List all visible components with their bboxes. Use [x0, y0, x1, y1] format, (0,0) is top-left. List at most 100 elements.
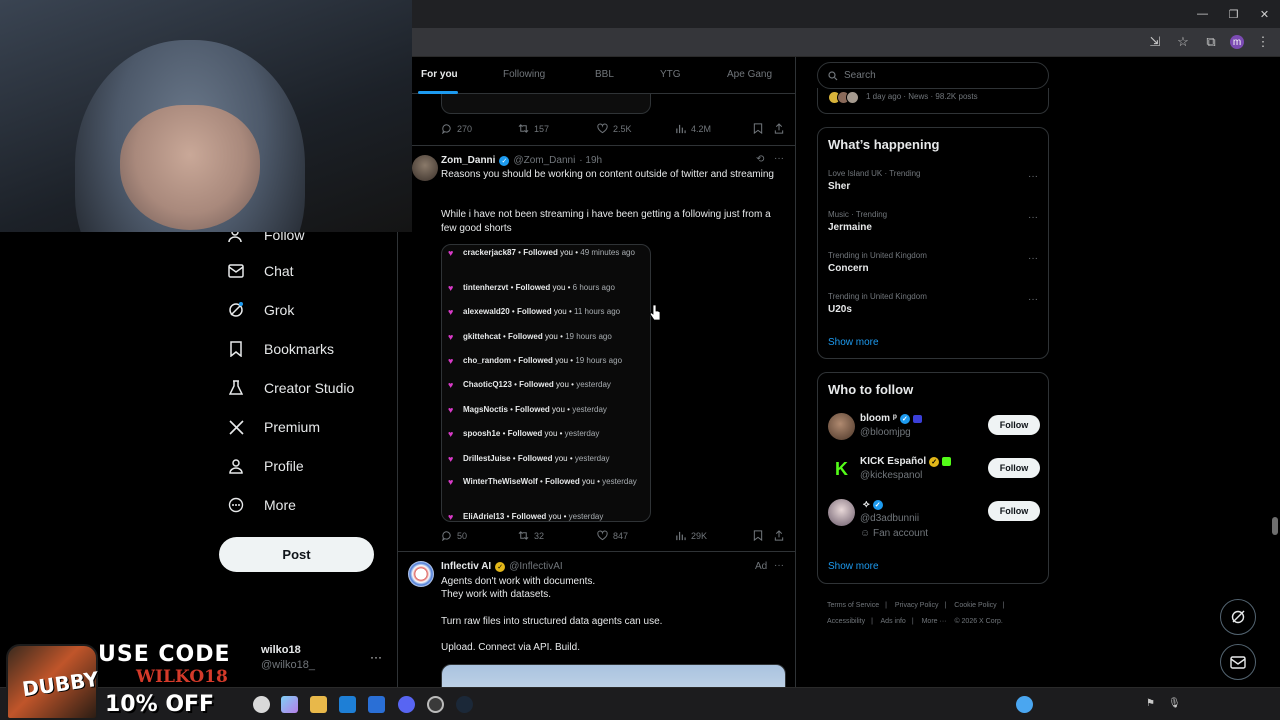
search-input[interactable]: Search [817, 62, 1049, 89]
envelope-icon [1230, 655, 1246, 669]
person-icon [226, 456, 246, 476]
browser-profile-avatar[interactable]: m [1230, 35, 1244, 49]
discord-app-icon[interactable] [398, 696, 415, 713]
bookmark-star-icon[interactable]: ☆ [1174, 33, 1192, 51]
follow-button[interactable]: Follow [988, 458, 1040, 478]
microphone-icon[interactable]: 🎙 [1168, 698, 1181, 709]
trend-item[interactable]: Love Island UK · Trending Sher ··· [828, 169, 1040, 192]
trend-more-button[interactable]: ··· [1028, 212, 1038, 223]
footer-terms-link[interactable]: Terms of Service [827, 602, 879, 609]
extensions-icon[interactable]: ⧉ [1202, 33, 1220, 51]
grok-float-button[interactable] [1220, 599, 1256, 635]
suggested-account[interactable]: bloom ᵖ ✓ @bloomjpg Follow [828, 413, 1040, 447]
minimize-button[interactable]: — [1187, 0, 1218, 28]
tab-ape-gang[interactable]: Ape Gang [727, 69, 772, 80]
follow-notification-text: gkittehcat • Followed you • 19 hours ago [463, 332, 612, 341]
timeline-tabs: For you Following BBL YTG Ape Gang [398, 57, 795, 94]
chrome-app-icon[interactable] [253, 696, 270, 713]
nav-item-creator-studio[interactable]: Creator Studio [219, 375, 354, 401]
tab-bbl[interactable]: BBL [595, 69, 614, 80]
footer-accessibility-link[interactable]: Accessibility [827, 618, 865, 625]
reply-button[interactable]: 270 [441, 123, 472, 134]
account-more-button[interactable]: ··· [370, 650, 382, 664]
nav-item-more[interactable]: More [219, 492, 296, 518]
trend-title: Jermaine [828, 222, 872, 233]
nav-item-grok[interactable]: Grok [219, 297, 294, 323]
file-explorer-icon[interactable] [310, 696, 327, 713]
ad-author-handle[interactable]: @InflectivAI [509, 561, 563, 572]
ad-author-name[interactable]: Inflectiv AI [441, 561, 491, 572]
nav-item-bookmarks[interactable]: Bookmarks [219, 336, 334, 362]
suggested-account[interactable]: ⟡ ✓ @d3adbunnii ☺ Fan account Follow [828, 499, 1040, 539]
messages-float-button[interactable] [1220, 644, 1256, 680]
ad-media[interactable] [441, 664, 786, 687]
footer-more-link[interactable]: More ··· [922, 618, 947, 625]
follow-button[interactable]: Follow [988, 415, 1040, 435]
tweet-time[interactable]: · 19h [579, 155, 602, 166]
account-switcher[interactable]: wilko18 @wilko18_ [261, 644, 315, 671]
browser-menu-icon[interactable]: ⋮ [1254, 33, 1272, 51]
nav-item-chat[interactable]: Chat [219, 258, 294, 284]
follow-notification-text: WinterTheWiseWolf • Followed you • yeste… [463, 477, 637, 486]
nav-label: Profile [264, 458, 304, 474]
share-button[interactable] [774, 530, 784, 541]
like-button[interactable]: 847 [597, 530, 628, 541]
close-window-button[interactable]: ✕ [1249, 0, 1280, 28]
scrollbar[interactable] [1270, 57, 1280, 687]
tweet-author-handle[interactable]: @Zom_Danni [513, 155, 575, 166]
store-app-icon[interactable] [339, 696, 356, 713]
trend-more-button[interactable]: ··· [1028, 294, 1038, 305]
trend-item[interactable]: Music · Trending Jermaine ··· [828, 210, 1040, 233]
nav-label: Grok [264, 302, 295, 318]
post-button[interactable]: Post [219, 537, 374, 572]
copilot-app-icon[interactable] [281, 696, 298, 713]
grok-explain-icon[interactable]: ⟲ [756, 154, 764, 165]
footer-cookie-link[interactable]: Cookie Policy [954, 602, 996, 609]
bookmark-icon [753, 123, 763, 134]
steam-app-icon[interactable] [456, 696, 473, 713]
trend-item[interactable]: Trending in United Kingdom U20s ··· [828, 292, 1040, 315]
suggested-account[interactable]: K KICK Español ✓ @kickespanol Follow [828, 456, 1040, 490]
tweet-author-name[interactable]: Zom_Danni [441, 155, 495, 166]
nav-item-premium[interactable]: Premium [219, 414, 320, 440]
trend-title: U20s [828, 304, 852, 315]
avatar[interactable] [412, 155, 438, 181]
tab-ytg[interactable]: YTG [660, 69, 681, 80]
trend-title: Concern [828, 263, 869, 274]
show-more-trends-link[interactable]: Show more [828, 337, 879, 348]
follow-notifications-image[interactable]: ♥ crackerjack87 • Followed you • 49 minut… [441, 244, 651, 522]
notification-app-icon[interactable] [1016, 696, 1033, 713]
install-app-icon[interactable]: ⇲ [1146, 33, 1164, 51]
tray-icon[interactable]: ⚑ [1146, 698, 1155, 709]
footer-ads-info-link[interactable]: Ads info [881, 618, 906, 625]
trend-item[interactable]: Trending in United Kingdom Concern ··· [828, 251, 1040, 274]
webcam-face [120, 105, 260, 230]
reply-button[interactable]: 50 [441, 530, 467, 541]
repost-button[interactable]: 157 [518, 123, 549, 134]
restore-button[interactable]: ❐ [1218, 0, 1249, 28]
news-card[interactable]: 1 day ago · News · 98.2K posts [817, 88, 1049, 114]
follow-button[interactable]: Follow [988, 501, 1040, 521]
bookmark-button[interactable] [753, 123, 763, 134]
show-more-follow-link[interactable]: Show more [828, 561, 879, 572]
trend-more-button[interactable]: ··· [1028, 253, 1038, 264]
views-button[interactable]: 4.2M [675, 123, 711, 134]
mail-app-icon[interactable] [368, 696, 385, 713]
footer-privacy-link[interactable]: Privacy Policy [895, 602, 939, 609]
avatar[interactable] [408, 561, 434, 587]
scrollbar-thumb[interactable] [1272, 517, 1278, 535]
trend-more-button[interactable]: ··· [1028, 171, 1038, 182]
repost-button[interactable]: 32 [518, 530, 544, 541]
views-button[interactable]: 29K [675, 530, 707, 541]
tweet-more-button[interactable]: ··· [774, 153, 784, 164]
like-button[interactable]: 2.5K [597, 123, 632, 134]
share-button[interactable] [774, 123, 784, 134]
bookmark-button[interactable] [753, 530, 763, 541]
ad-more-button[interactable]: ··· [774, 560, 784, 571]
envelope-icon [226, 261, 246, 281]
tab-for-you[interactable]: For you [421, 69, 458, 80]
obs-app-icon[interactable] [427, 696, 444, 713]
nav-item-profile[interactable]: Profile [219, 453, 304, 479]
previous-tweet-media[interactable] [441, 94, 651, 114]
tab-following[interactable]: Following [503, 69, 545, 80]
